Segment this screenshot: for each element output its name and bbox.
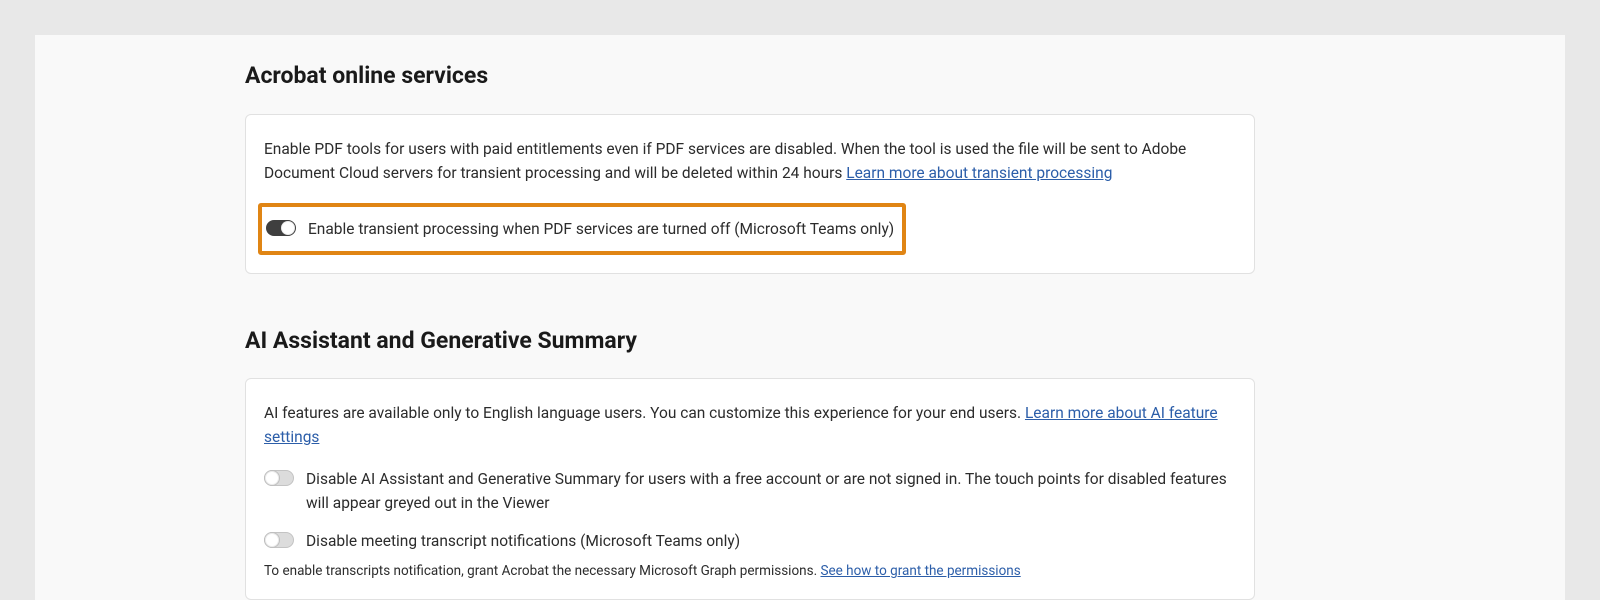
section-heading-ai: AI Assistant and Generative Summary [245, 324, 1255, 359]
toggle-thumb-icon [264, 532, 280, 548]
toggle-thumb-icon [264, 470, 280, 486]
toggle-row-transient-processing: Enable transient processing when PDF ser… [266, 217, 894, 241]
highlighted-toggle-row: Enable transient processing when PDF ser… [258, 203, 906, 255]
toggle-label-disable-transcript-notif: Disable meeting transcript notifications… [306, 529, 740, 553]
toggle-thumb-icon [281, 221, 295, 235]
content-area: Acrobat online services Enable PDF tools… [245, 59, 1255, 600]
ai-footnote: To enable transcripts notification, gran… [264, 561, 1236, 581]
ai-footnote-text: To enable transcripts notification, gran… [264, 563, 820, 579]
toggle-row-disable-transcript-notif: Disable meeting transcript notifications… [264, 529, 1236, 553]
acrobat-description: Enable PDF tools for users with paid ent… [264, 137, 1236, 185]
toggle-disable-ai-free[interactable] [264, 470, 294, 486]
page-outer: Acrobat online services Enable PDF tools… [0, 0, 1600, 600]
section-heading-acrobat: Acrobat online services [245, 59, 1255, 94]
settings-card-acrobat: Enable PDF tools for users with paid ent… [245, 114, 1255, 274]
learn-link-grant-permissions[interactable]: See how to grant the permissions [820, 563, 1020, 579]
toggle-disable-transcript-notif[interactable] [264, 532, 294, 548]
page-inner: Acrobat online services Enable PDF tools… [35, 35, 1565, 600]
toggle-transient-processing[interactable] [266, 220, 296, 236]
settings-card-ai: AI features are available only to Englis… [245, 378, 1255, 600]
toggle-label-disable-ai-free: Disable AI Assistant and Generative Summ… [306, 467, 1236, 515]
ai-description-text: AI features are available only to Englis… [264, 404, 1025, 422]
ai-description: AI features are available only to Englis… [264, 401, 1236, 449]
learn-link-transient-processing[interactable]: Learn more about transient processing [846, 164, 1112, 182]
toggle-label-transient-processing: Enable transient processing when PDF ser… [308, 217, 894, 241]
toggle-row-disable-ai-free: Disable AI Assistant and Generative Summ… [264, 467, 1236, 515]
